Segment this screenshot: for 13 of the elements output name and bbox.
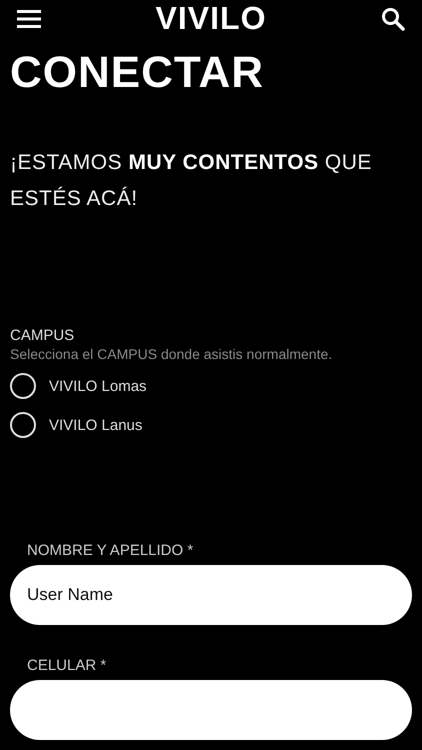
search-icon[interactable] <box>380 6 406 32</box>
campus-option[interactable]: VIVILO Lanus <box>10 412 422 438</box>
radio-button[interactable] <box>10 373 36 399</box>
campus-label: CAMPUS <box>10 327 76 345</box>
radio-button[interactable] <box>10 412 36 438</box>
campus-hint: Selecciona el CAMPUS donde asistis normalmente. <box>10 345 334 363</box>
page-title: CONECTAR <box>10 47 266 99</box>
campus-option[interactable]: VIVILO Lomas <box>10 373 422 399</box>
field-label: CELULAR * <box>27 657 106 675</box>
field-label: NOMBRE Y APELLIDO * <box>27 542 194 560</box>
greeting-text: ¡ESTAMOS MUY CONTENTOS QUE ESTÉS ACÁ! <box>10 150 373 212</box>
logo: VIVILO <box>156 0 266 37</box>
input-field[interactable]: User Name <box>10 565 412 625</box>
